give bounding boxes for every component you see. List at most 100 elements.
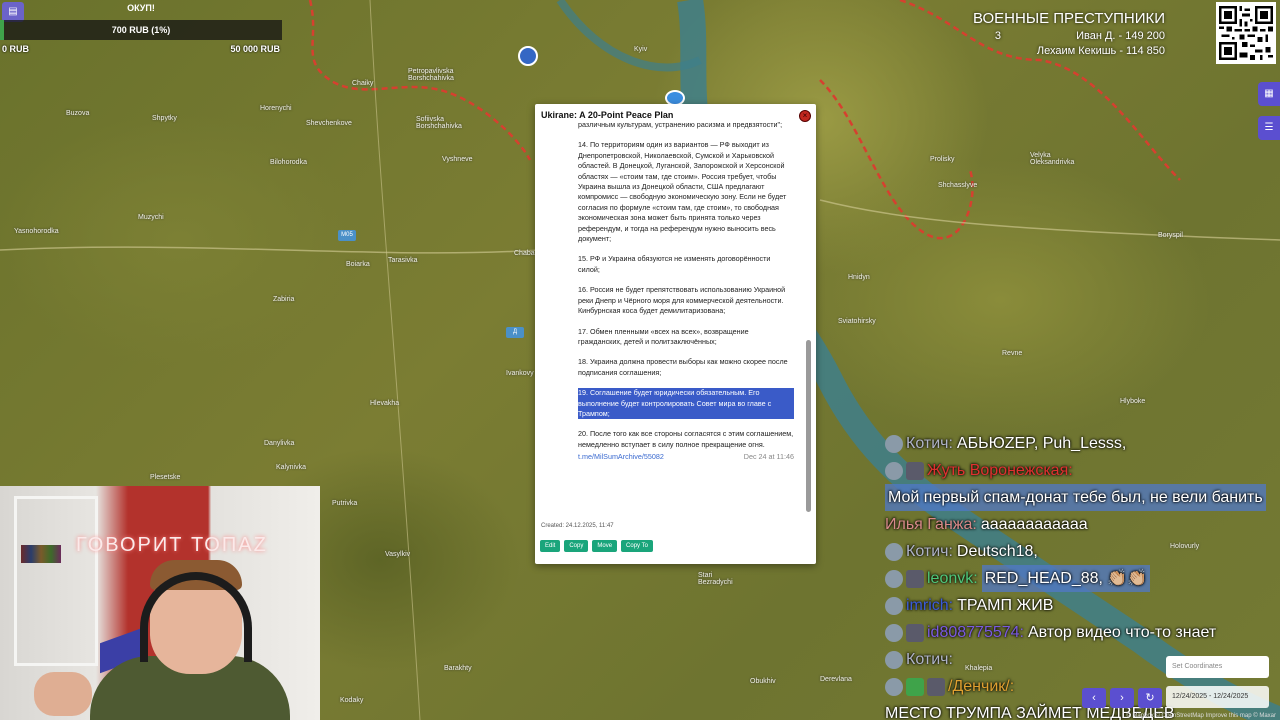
bookshelf [14, 496, 98, 666]
chat-text: Deutsch18, [956, 543, 1038, 560]
badge-icon [906, 677, 924, 696]
streamer-hand [34, 672, 92, 716]
chat-message: imrich: ТРАМП ЖИВ [885, 592, 1280, 619]
chat-username: Жуть Воронежская: [927, 462, 1073, 479]
chat-message: Илья Ганжа: аааааааааааа [885, 511, 1280, 538]
map-layers-button[interactable]: ▦ [1258, 82, 1280, 106]
message-paragraph: различным культурам, устранению расизма … [578, 120, 783, 129]
chat-message: Котич: Deutsch18, [885, 538, 1280, 565]
donation-amount: 700 RUB (1%) [111, 25, 171, 35]
prev-button[interactable]: ‹ [1082, 688, 1106, 708]
chat-username: Котич: [906, 543, 953, 560]
chat-text: ТРАМП ЖИВ [957, 597, 1054, 614]
badge-icon [906, 569, 924, 588]
town-label: Bilohorodka [270, 159, 307, 166]
town-label: Tarasivka [388, 257, 418, 264]
avatar [885, 596, 903, 615]
town-label: Hnidyn [848, 274, 870, 281]
map-attribution: © Mapbox © OpenStreetMap Improve this ma… [1126, 713, 1276, 719]
town-label: Obukhiv [750, 678, 776, 685]
chat-text: АБЬЮZEP, Puh_Lesss, [956, 435, 1127, 452]
selected-paragraph[interactable]: 19. Соглашение будет юридически обязател… [578, 388, 794, 420]
coordinates-input[interactable]: Set Coordinates [1166, 656, 1269, 678]
popup-actions: Edit Copy Move Copy To [540, 540, 653, 552]
message-footer: t.me/MilSumArchive/55082 Dec 24 at 11:46 [578, 452, 794, 462]
source-link[interactable]: t.me/MilSumArchive/55082 [578, 452, 664, 461]
donation-progress-bar: 700 RUB (1%) [0, 20, 282, 40]
town-label: Plesetske [150, 474, 181, 481]
badge-icon [927, 677, 945, 696]
chat-message: leonvk: RED_HEAD_88, 👏🏼👏🏼 [885, 565, 1280, 592]
town-label: Sviatohirsky [838, 318, 876, 325]
chat-username: Котич: [906, 651, 953, 668]
edit-button[interactable]: Edit [540, 540, 561, 552]
town-label: Derevlana [820, 676, 852, 683]
avatar [885, 542, 903, 561]
town-label: Horenychi [260, 105, 292, 112]
copy-to-button[interactable]: Copy To [621, 540, 653, 552]
town-label: Kodaky [340, 697, 364, 704]
avatar [885, 569, 903, 588]
war-criminals-entry: Иван Д. - 149 200 [1076, 30, 1165, 42]
chat-username: /Денчик/: [948, 678, 1015, 695]
donation-title: ОКУП! [127, 3, 155, 13]
town-label: Petropavlivska Borshchahivka [408, 68, 454, 82]
message-date: Dec 24 at 11:46 [743, 452, 794, 462]
town-label: Chaiky [352, 80, 374, 87]
town-label: Shchasslyve [938, 182, 978, 189]
message-paragraph: 16. Россия не будет препятствовать испол… [578, 285, 786, 316]
chat-text: аааааааааааа [980, 516, 1088, 533]
town-label: Zabiria [273, 296, 295, 303]
avatar [885, 461, 903, 480]
neon-sign: ГОВОРИТ ТОПАZ [76, 534, 268, 556]
town-label: Hlevakha [370, 400, 400, 407]
message-paragraph: 18. Украина должна провести выборы как м… [578, 357, 788, 377]
avatar [885, 677, 903, 696]
created-timestamp: Created: 24.12.2025, 11:47 [541, 523, 614, 529]
town-label: Danylivka [264, 440, 295, 447]
list-view-button[interactable]: ☰ [1258, 116, 1280, 140]
message-scroll-area[interactable]: различным культурам, устранению расизма … [570, 118, 802, 522]
chat-message: Жуть Воронежская: Мой первый спам-донат … [885, 457, 1280, 511]
town-label: Sofiivska Borshchahivka [416, 116, 462, 130]
avatar [885, 623, 903, 642]
date-range[interactable]: 12/24/2025 - 12/24/2025 [1166, 686, 1269, 708]
town-label: Hlyboke [1120, 398, 1146, 405]
war-criminals-row: 3 Иван Д. - 149 200 [973, 30, 1165, 42]
town-label: Vyshneve [442, 156, 473, 163]
war-criminals-count: 3 [994, 30, 1002, 42]
scrollbar-thumb[interactable] [806, 340, 811, 512]
next-button[interactable]: › [1110, 688, 1134, 708]
town-label: Shevchenkove [306, 120, 352, 127]
town-label: Boiarka [346, 261, 370, 268]
war-criminals-heading: ВОЕННЫЕ ПРЕСТУПНИКИ [972, 10, 1165, 27]
message-paragraph: 14. По территориям один из вариантов — Р… [578, 140, 787, 244]
move-button[interactable]: Move [592, 540, 618, 552]
chat-username: id808775574: [927, 624, 1024, 641]
town-label: Barakhty [444, 665, 472, 672]
badge-icon [906, 461, 924, 480]
town-label: Kalynivka [276, 464, 306, 471]
message-paragraph: 17. Обмен пленными «всех на всех», возвр… [578, 326, 749, 346]
town-label: Prolisky [930, 156, 955, 163]
chat-text: Мой первый спам-донат тебе был, не вели … [885, 484, 1266, 511]
qr-code [1216, 2, 1276, 64]
chat-username: Илья Ганжа: [885, 516, 977, 533]
road-badge: М05 [338, 230, 356, 241]
town-label: Vasylkiv [385, 551, 411, 558]
chat-message: Котич: АБЬЮZEP, Puh_Lesss, [885, 430, 1280, 457]
town-label: Muzychi [138, 214, 164, 221]
copy-button[interactable]: Copy [564, 540, 589, 552]
chat-message: id808775574: Автор видео что-то знает [885, 619, 1280, 646]
message-popup[interactable]: Ukirane: A 20-Point Peace Plan × различн… [535, 104, 816, 564]
town-label: Ivankovy [506, 370, 534, 377]
map-pin-icon[interactable] [518, 46, 538, 66]
town-label: Shpytky [152, 115, 177, 122]
refresh-button[interactable]: ↻ [1138, 688, 1162, 708]
chat-username: imrich: [906, 597, 954, 614]
war-criminals-board: ВОЕННЫЕ ПРЕСТУПНИКИ 3 Иван Д. - 149 200 … [973, 10, 1165, 57]
war-criminals-row: Лехаим Кекишь - 114 850 [1036, 45, 1165, 57]
scrollbar[interactable] [806, 118, 811, 520]
donation-min: 0 RUB [2, 44, 30, 54]
road-badge: Д [506, 327, 524, 338]
